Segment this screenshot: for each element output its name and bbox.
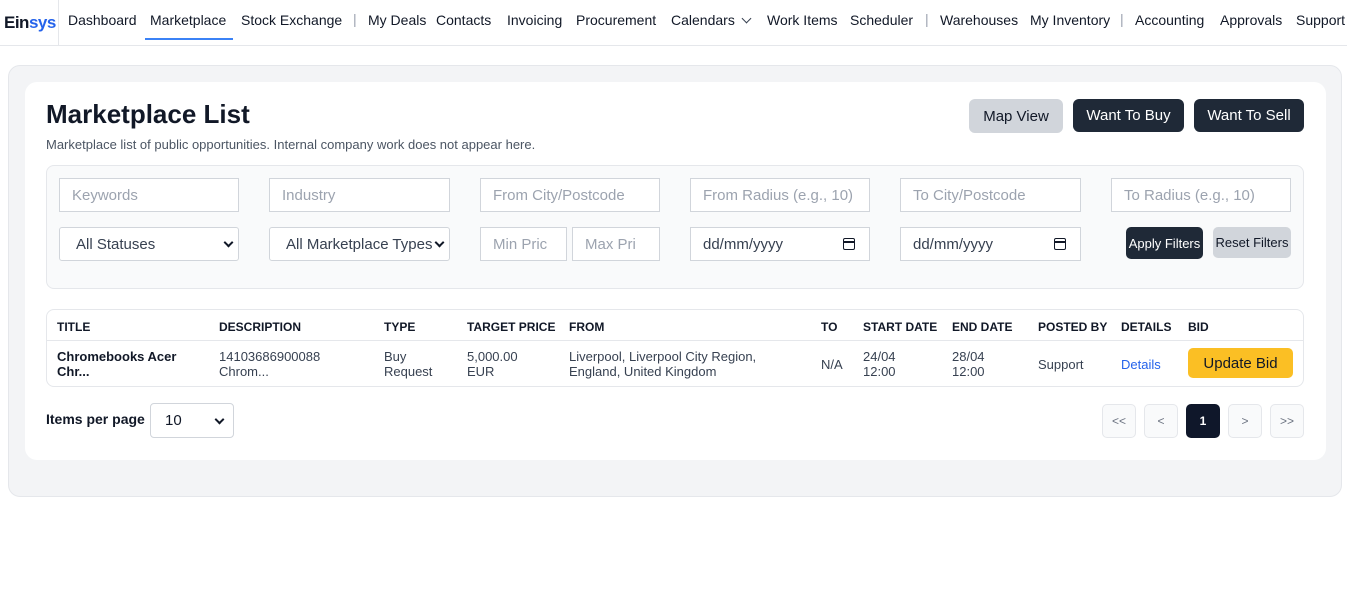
row-description: 14103686900088 Chrom...	[219, 349, 321, 379]
row-type: Buy Request	[384, 349, 433, 379]
nav-procurement[interactable]: Procurement	[576, 12, 656, 28]
nav-accounting[interactable]: Accounting	[1135, 12, 1204, 28]
row-target-price: 5,000.00 EUR	[467, 349, 518, 379]
row-title[interactable]: Chromebooks Acer Chr...	[57, 349, 176, 379]
column-header: TARGET PRICE	[467, 320, 556, 334]
nav-my-inventory[interactable]: My Inventory	[1030, 12, 1110, 28]
header-divider	[47, 340, 1303, 341]
start-date-input[interactable]: dd/mm/yyyy	[690, 227, 870, 261]
column-header: TYPE	[384, 320, 416, 334]
from-radius-input[interactable]: From Radius (e.g., 10)	[690, 178, 870, 212]
nav-warehouses[interactable]: Warehouses	[940, 12, 1018, 28]
nav-approvals[interactable]: Approvals	[1220, 12, 1282, 28]
column-header: BID	[1188, 320, 1209, 334]
row-to: N/A	[821, 357, 843, 372]
end-date-input[interactable]: dd/mm/yyyy	[900, 227, 1081, 261]
last-page-button[interactable]: >>	[1270, 404, 1304, 438]
status-select[interactable]: All Statuses	[59, 227, 239, 261]
nav-marketplace[interactable]: Marketplace	[150, 12, 226, 28]
column-header: POSTED BY	[1038, 320, 1108, 334]
marketplace-table: TITLE DESCRIPTION TYPE TARGET PRICE FROM…	[46, 309, 1304, 387]
row-posted-by: Support	[1038, 357, 1084, 372]
chevron-down-icon	[214, 414, 225, 425]
reset-filters-button[interactable]: Reset Filters	[1213, 227, 1291, 258]
chevron-down-icon	[223, 237, 234, 248]
nav-separator: |	[353, 11, 357, 27]
max-price-input[interactable]: Max Pri	[572, 227, 660, 261]
marketplace-type-select[interactable]: All Marketplace Types	[269, 227, 450, 261]
want-to-sell-button[interactable]: Want To Sell	[1194, 99, 1304, 132]
nav-separator: |	[925, 11, 929, 27]
to-city-input[interactable]: To City/Postcode	[900, 178, 1081, 212]
row-start-date: 24/04 12:00	[863, 349, 896, 379]
nav-invoicing[interactable]: Invoicing	[507, 12, 562, 28]
nav-calendars[interactable]: Calendars	[671, 12, 752, 28]
chevron-down-icon	[434, 237, 445, 248]
row-from: Liverpool, Liverpool City Region, England…	[569, 349, 757, 379]
nav-work-items[interactable]: Work Items	[767, 12, 838, 28]
prev-page-button[interactable]: <	[1144, 404, 1178, 438]
items-per-page-label: Items per page	[46, 411, 145, 427]
row-end-date: 28/04 12:00	[952, 349, 985, 379]
nav-separator: |	[1120, 11, 1124, 27]
nav-my-deals[interactable]: My Deals	[368, 12, 426, 28]
items-per-page-select[interactable]: 10	[150, 403, 234, 438]
current-page-button[interactable]: 1	[1186, 404, 1220, 438]
column-header: DESCRIPTION	[219, 320, 302, 334]
column-header: START DATE	[863, 320, 938, 334]
to-radius-input[interactable]: To Radius (e.g., 10)	[1111, 178, 1291, 212]
column-header: END DATE	[952, 320, 1013, 334]
first-page-button[interactable]: <<	[1102, 404, 1136, 438]
active-tab-indicator	[145, 38, 233, 40]
nav-support[interactable]: Support	[1296, 12, 1345, 28]
logo[interactable]: Einsys	[0, 0, 59, 46]
details-link[interactable]: Details	[1121, 357, 1161, 372]
map-view-button[interactable]: Map View	[969, 99, 1063, 133]
column-header: TO	[821, 320, 838, 334]
chevron-down-icon	[741, 13, 752, 24]
nav-contacts[interactable]: Contacts	[436, 12, 491, 28]
min-price-input[interactable]: Min Pric	[480, 227, 567, 261]
calendar-icon[interactable]	[1054, 238, 1066, 250]
next-page-button[interactable]: >	[1228, 404, 1262, 438]
nav-dashboard[interactable]: Dashboard	[68, 12, 137, 28]
update-bid-button[interactable]: Update Bid	[1188, 348, 1293, 378]
column-header: FROM	[569, 320, 605, 334]
apply-filters-button[interactable]: Apply Filters	[1126, 227, 1203, 259]
from-city-input[interactable]: From City/Postcode	[480, 178, 660, 212]
page-title: Marketplace List	[46, 99, 250, 129]
nav-stock-exchange[interactable]: Stock Exchange	[241, 12, 342, 28]
calendar-icon[interactable]	[843, 238, 855, 250]
nav-scheduler[interactable]: Scheduler	[850, 12, 913, 28]
page-subtitle: Marketplace list of public opportunities…	[46, 137, 536, 152]
industry-input[interactable]: Industry	[269, 178, 450, 212]
keywords-input[interactable]: Keywords	[59, 178, 239, 212]
column-header: TITLE	[57, 320, 91, 334]
want-to-buy-button[interactable]: Want To Buy	[1073, 99, 1184, 132]
column-header: DETAILS	[1121, 320, 1172, 334]
